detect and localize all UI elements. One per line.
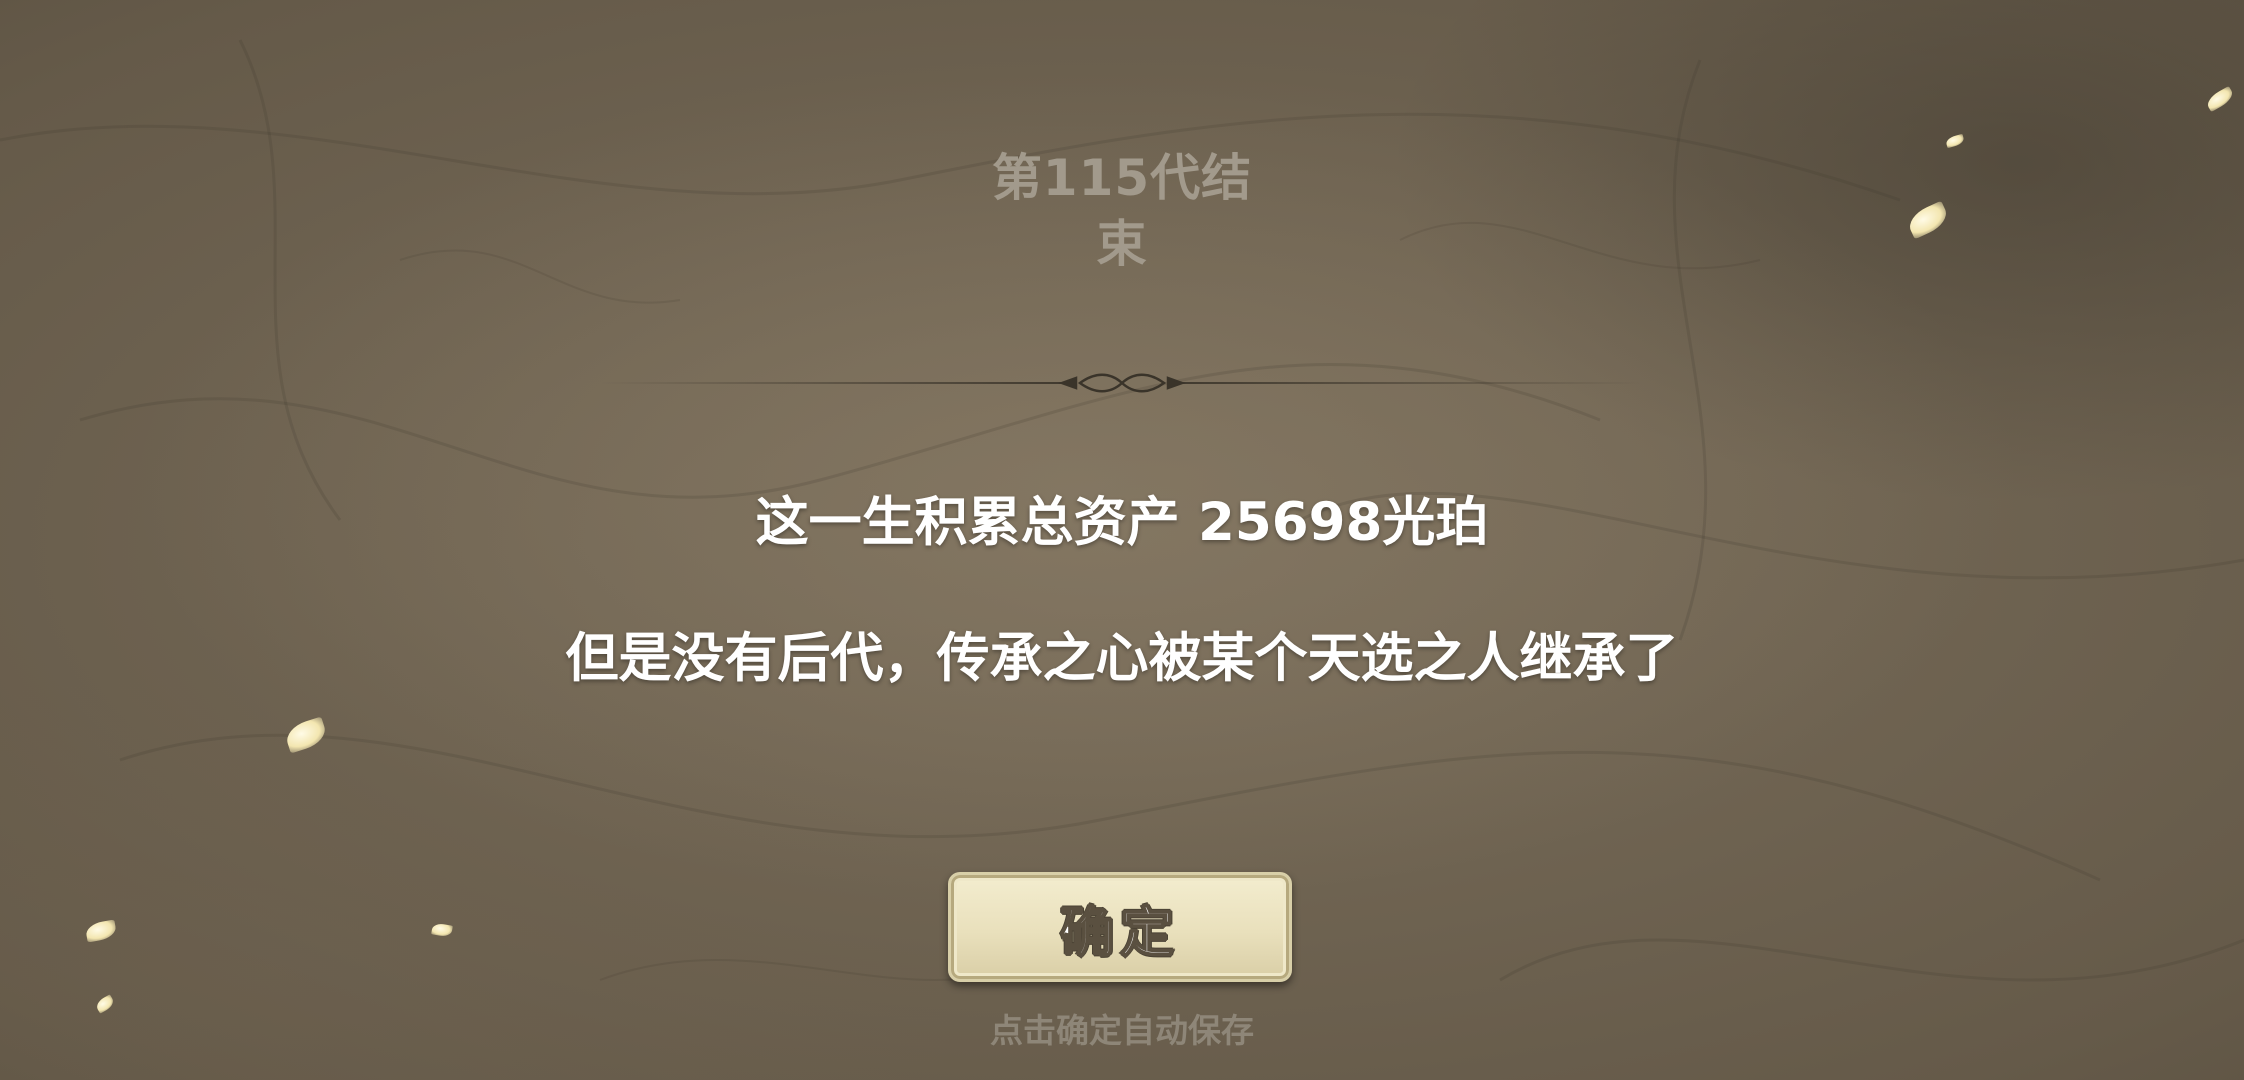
light-petal bbox=[1904, 200, 1952, 240]
inheritance-text: 但是没有后代，传承之心被某个天选之人继承了 bbox=[565, 628, 1679, 689]
autosave-hint: 点击确定自动保存 bbox=[990, 1011, 1254, 1050]
ornamental-divider bbox=[600, 373, 1644, 393]
light-petal bbox=[431, 922, 453, 938]
confirm-button-label: 确定 bbox=[1059, 900, 1180, 965]
generation-title-line1: 第115代结 bbox=[991, 149, 1253, 207]
generation-title-line2: 束 bbox=[1096, 215, 1148, 273]
light-petal bbox=[2204, 85, 2236, 113]
generation-title: 第115代结 束 bbox=[972, 145, 1272, 277]
light-petal bbox=[282, 716, 330, 754]
confirm-button[interactable]: 确定 bbox=[948, 872, 1292, 982]
light-petal bbox=[1945, 133, 1965, 149]
light-petal bbox=[84, 919, 118, 943]
total-assets-text: 这一生积累总资产 25698光珀 bbox=[755, 492, 1489, 553]
